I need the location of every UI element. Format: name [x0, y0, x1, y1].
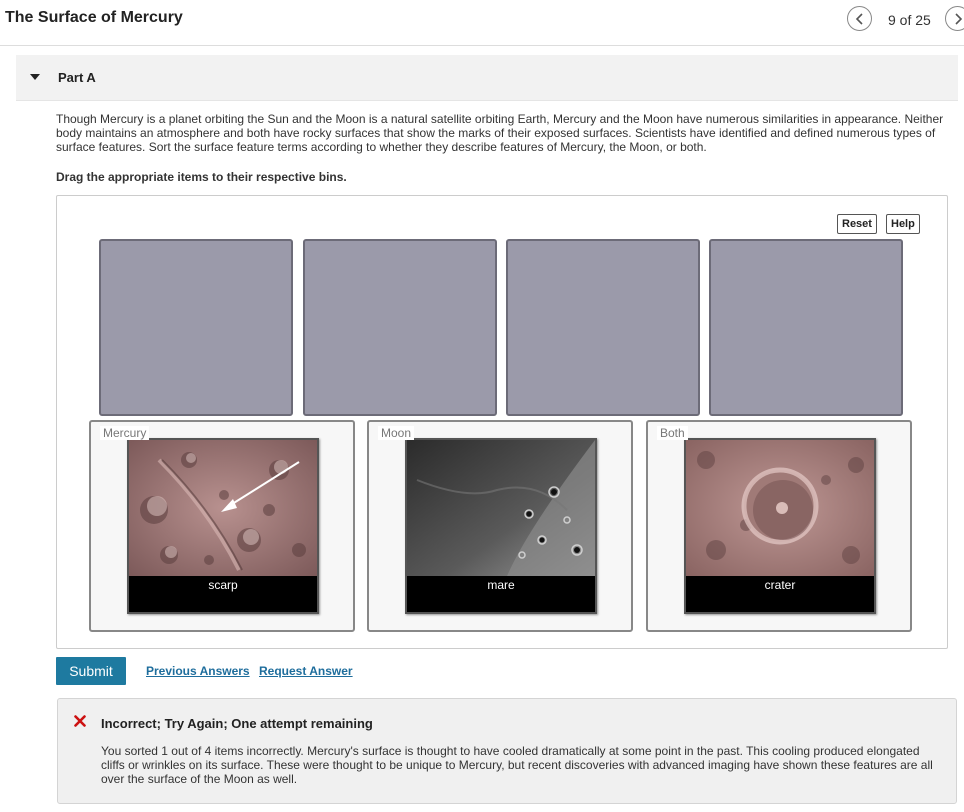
next-item-button[interactable]: [945, 6, 964, 31]
empty-drop-slot[interactable]: [303, 239, 497, 416]
item-label: scarp: [208, 578, 238, 592]
crater-photo: [686, 440, 874, 576]
previous-answers-link[interactable]: Previous Answers: [146, 664, 250, 678]
chevron-right-icon: [954, 12, 962, 25]
drag-drop-workspace: Reset Help Mercury scarp Moon mare Both …: [56, 195, 948, 649]
feedback-body: You sorted 1 out of 4 items incorrectly.…: [101, 744, 933, 786]
help-button[interactable]: Help: [886, 214, 920, 234]
caret-down-icon: [30, 74, 40, 80]
empty-drop-slot[interactable]: [506, 239, 700, 416]
moon-mare-photo: [407, 440, 595, 576]
mercury-scarp-photo: [129, 440, 317, 576]
part-label: Part A: [58, 70, 96, 85]
empty-drop-slot[interactable]: [99, 239, 293, 416]
header-bar: The Surface of Mercury 9 of 25: [0, 0, 964, 46]
draggable-item-mare[interactable]: mare: [405, 438, 597, 614]
part-a-toggle[interactable]: Part A: [16, 55, 958, 101]
previous-item-button[interactable]: [847, 6, 872, 31]
bin-moon[interactable]: Moon mare: [367, 420, 633, 632]
bin-mercury[interactable]: Mercury scarp: [89, 420, 355, 632]
page-title: The Surface of Mercury: [5, 9, 183, 26]
item-label: crater: [764, 578, 796, 592]
reset-button[interactable]: Reset: [837, 214, 877, 234]
bin-label: Mercury: [100, 426, 150, 440]
chevron-left-icon: [855, 12, 863, 25]
submit-button[interactable]: Submit: [56, 657, 126, 685]
draggable-item-crater[interactable]: crater: [684, 438, 876, 614]
feedback-title: Incorrect; Try Again; One attempt remain…: [101, 716, 373, 731]
incorrect-x-icon: [74, 715, 86, 727]
bin-label: Moon: [378, 426, 415, 440]
item-label: mare: [487, 578, 515, 592]
instruction-text: Drag the appropriate items to their resp…: [56, 170, 347, 184]
draggable-item-scarp[interactable]: scarp: [127, 438, 319, 614]
feedback-panel: Incorrect; Try Again; One attempt remain…: [57, 698, 957, 804]
request-answer-link[interactable]: Request Answer: [259, 664, 353, 678]
page-counter: 9 of 25: [888, 12, 931, 28]
bin-label: Both: [657, 426, 688, 440]
empty-drop-slot[interactable]: [709, 239, 903, 416]
bin-both[interactable]: Both crater: [646, 420, 912, 632]
question-prompt: Though Mercury is a planet orbiting the …: [56, 112, 944, 154]
